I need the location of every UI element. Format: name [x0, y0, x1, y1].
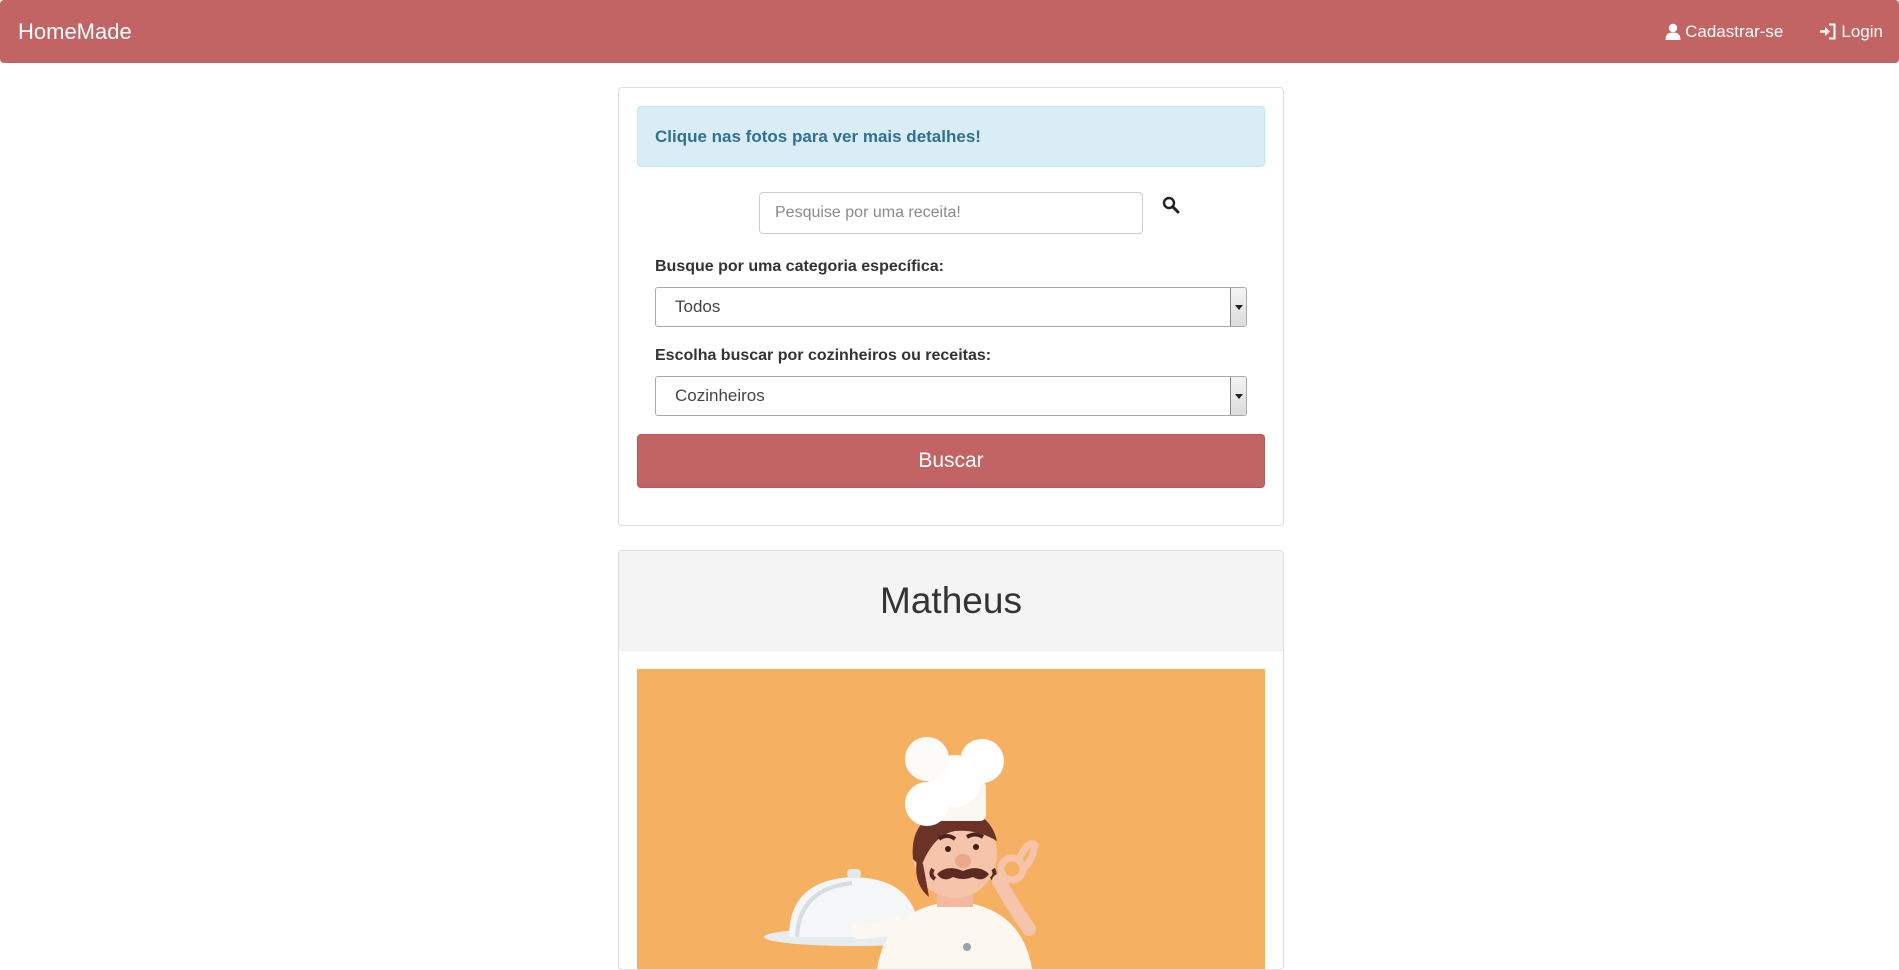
search-type-select[interactable]: Cozinheiros: [655, 376, 1247, 416]
search-panel: Clique nas fotos para ver mais detalhes!…: [618, 87, 1284, 526]
category-select[interactable]: Todos: [655, 287, 1247, 327]
chevron-down-icon[interactable]: [1230, 288, 1246, 326]
category-label: Busque por uma categoria específica:: [655, 258, 944, 275]
brand-logo[interactable]: HomeMade: [18, 19, 132, 45]
result-card: Matheus: [618, 550, 1284, 970]
signup-link[interactable]: Cadastrar-se: [1665, 22, 1783, 42]
user-icon: [1665, 23, 1681, 40]
info-alert: Clique nas fotos para ver mais detalhes!: [637, 106, 1265, 167]
cook-photo[interactable]: [637, 669, 1265, 969]
card-header: Matheus: [619, 551, 1283, 651]
search-icon: [1162, 196, 1180, 214]
login-link[interactable]: Login: [1819, 22, 1883, 42]
search-type-label: Escolha buscar por cozinheiros ou receit…: [655, 347, 992, 364]
cook-name: Matheus: [880, 579, 1022, 621]
signup-label: Cadastrar-se: [1685, 21, 1784, 41]
search-input[interactable]: [759, 192, 1143, 234]
category-selected-value: Todos: [675, 297, 721, 316]
navbar: HomeMade Cadastrar-se Login: [0, 0, 1899, 63]
search-type-selected-value: Cozinheiros: [675, 386, 765, 405]
nav-links: Cadastrar-se Login: [1629, 22, 1883, 42]
chevron-down-icon[interactable]: [1230, 377, 1246, 415]
chef-illustration: [764, 737, 1039, 969]
login-label: Login: [1841, 21, 1883, 41]
search-button[interactable]: [1158, 192, 1184, 218]
login-icon: [1820, 23, 1836, 40]
search-submit-button[interactable]: Buscar: [637, 434, 1265, 488]
